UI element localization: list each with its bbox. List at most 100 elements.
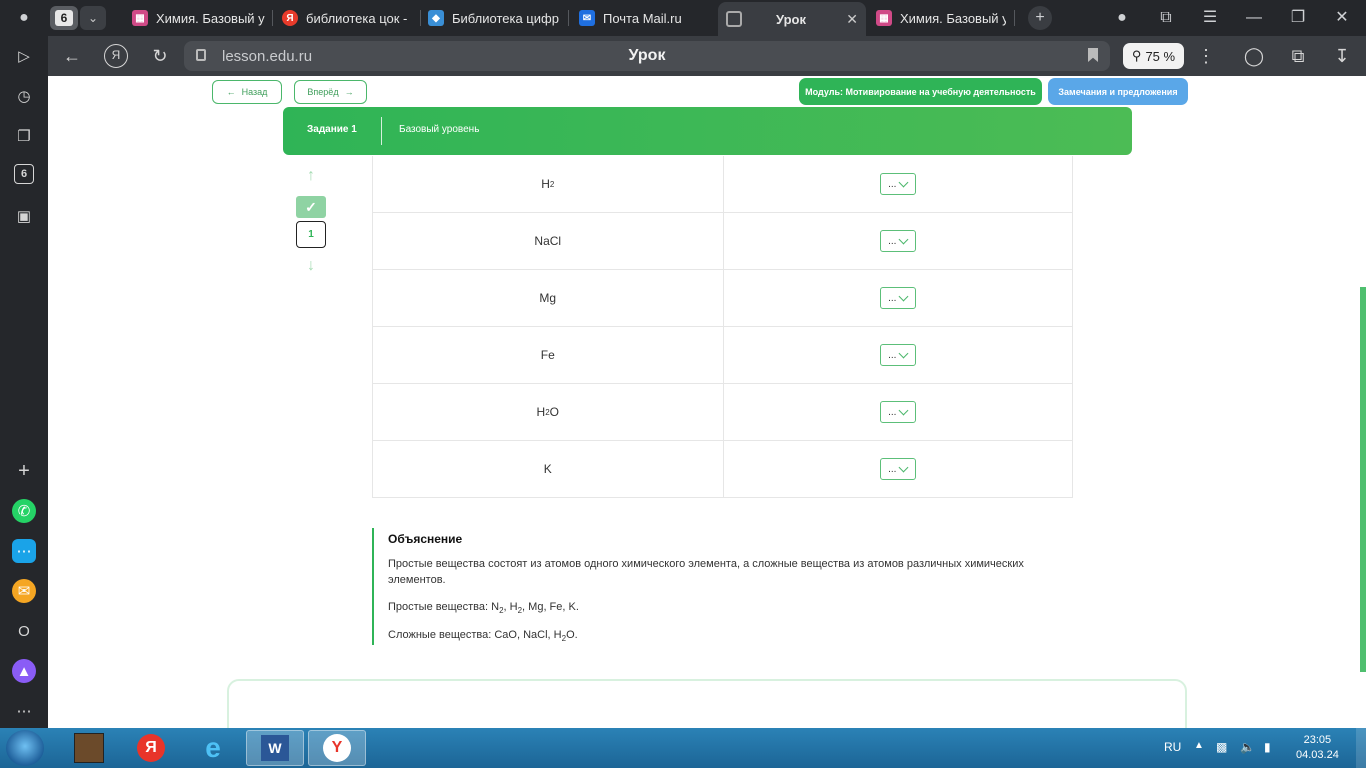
table-row: K ... <box>372 441 1073 498</box>
simple-substances: Простые вещества: N2, H2, Mg, Fe, K. <box>388 601 579 616</box>
task-banner: Задание 1 Базовый уровень <box>283 107 1132 155</box>
table-row: H2O ... <box>372 384 1073 441</box>
show-desktop-button[interactable] <box>1356 728 1366 768</box>
tray-arrow-icon[interactable]: ▲ <box>1194 740 1204 751</box>
page-content: ← Назад Вперёд → Модуль: Мотивирование н… <box>48 76 1366 728</box>
chevron-down-icon <box>898 462 909 472</box>
whatsapp-icon[interactable]: ✆ <box>12 499 36 523</box>
tab-divider <box>568 10 569 26</box>
search-icon: ⚲ <box>1131 48 1142 63</box>
task-number-button[interactable]: 1 <box>296 221 326 248</box>
history-icon[interactable]: ◷ <box>12 84 36 108</box>
back-label: Назад <box>241 87 268 97</box>
screenshot-icon[interactable]: ▣ <box>12 204 36 228</box>
tabs-icon[interactable]: ❐ <box>12 124 36 148</box>
lesson-favicon-icon <box>726 11 742 27</box>
remarks-button[interactable]: Замечания и предложения <box>1048 78 1188 105</box>
clock[interactable]: 23:05 04.03.24 <box>1296 733 1339 763</box>
chevron-down-icon <box>898 177 909 187</box>
banner-divider <box>381 117 382 145</box>
forward-button[interactable]: Вперёд → <box>294 80 367 104</box>
chevron-down-icon <box>898 234 909 244</box>
tab-list-chevron-icon[interactable]: ⌄ <box>80 6 106 30</box>
reload-icon[interactable]: ↻ <box>148 44 172 68</box>
new-tab-plus-icon[interactable]: + <box>1028 6 1052 30</box>
o-app-icon[interactable]: O <box>12 619 36 643</box>
answer-select[interactable]: ... <box>879 287 916 309</box>
game-app-icon[interactable] <box>60 730 118 766</box>
substances-table: H2 ... NaCl ... Mg ... Fe ... H2O ... K … <box>372 156 1073 498</box>
collections-icon[interactable]: ⧉ <box>1154 6 1178 30</box>
internet-explorer-icon[interactable]: e <box>184 730 242 766</box>
shield-icon[interactable]: ◯ <box>1242 44 1266 68</box>
formula-cell: H2 <box>541 177 555 191</box>
answer-cell: ... <box>722 213 1073 269</box>
library-favicon-icon: ◆ <box>428 10 444 26</box>
tab-count-button[interactable]: 6 <box>50 6 78 30</box>
answer-select[interactable]: ... <box>879 344 916 366</box>
battery-icon[interactable]: ▮ <box>1264 740 1271 754</box>
answer-select[interactable]: ... <box>879 401 916 423</box>
module-button[interactable]: Модуль: Мотивирование на учебную деятель… <box>799 78 1042 105</box>
answer-select[interactable]: ... <box>879 230 916 252</box>
scrollbar[interactable] <box>1360 287 1366 672</box>
tab-2[interactable]: ◆ Библиотека цифр <box>428 4 560 32</box>
account-icon[interactable]: ● <box>1110 6 1134 30</box>
close-tab-icon[interactable]: ✕ <box>846 11 858 28</box>
answer-cell: ... <box>722 270 1073 326</box>
restore-icon[interactable]: ❐ <box>1286 6 1310 30</box>
tab-0[interactable]: ▦ Химия. Базовый у <box>132 4 270 32</box>
arrow-down-icon[interactable]: ↓ <box>301 257 321 277</box>
formula-cell: H2O <box>536 405 559 419</box>
formula-cell: NaCl <box>534 234 562 248</box>
menu-icon[interactable]: ☰ <box>1198 6 1222 30</box>
chevron-down-icon <box>898 405 909 415</box>
back-arrow-icon[interactable]: ← <box>60 44 84 68</box>
table-row: Mg ... <box>372 270 1073 327</box>
tab-label: библиотека цок - <box>306 10 408 26</box>
answer-select[interactable]: ... <box>879 173 916 195</box>
word-app-icon[interactable]: W <box>246 730 304 766</box>
volume-icon[interactable]: 🔈 <box>1240 740 1255 754</box>
download-icon[interactable]: ↧ <box>1330 44 1354 68</box>
table-row: Fe ... <box>372 327 1073 384</box>
more-icon[interactable]: ⋯ <box>12 699 36 723</box>
tab-label: Химия. Базовый у <box>156 10 265 26</box>
messenger-icon[interactable]: ⋯ <box>12 539 36 563</box>
arrow-up-icon[interactable]: ↑ <box>301 167 321 187</box>
mail-favicon-icon: ✉ <box>579 10 595 26</box>
tab-3[interactable]: ✉ Почта Mail.ru <box>579 4 709 32</box>
close-window-icon[interactable]: ✕ <box>1330 6 1354 30</box>
signal-icon[interactable]: ▩ <box>1216 740 1227 754</box>
url-field[interactable]: lesson.edu.ru Урок <box>184 41 1110 71</box>
tab-4-active[interactable]: Урок ✕ <box>718 2 866 36</box>
tab-label: Химия. Базовый у <box>900 10 1006 26</box>
play-icon[interactable]: ▷ <box>12 44 36 68</box>
alice-icon[interactable]: ▲ <box>12 659 36 683</box>
yandex-app-icon[interactable]: Я <box>122 730 180 766</box>
table-row: H2 ... <box>372 156 1073 213</box>
yandex-icon[interactable]: Я <box>104 44 128 68</box>
minimize-icon[interactable]: — <box>1242 6 1266 30</box>
formula-cell: Fe <box>540 348 555 362</box>
lesson-favicon-icon: ▦ <box>876 10 892 26</box>
tab-1[interactable]: Я библиотека цок - <box>282 4 420 32</box>
kebab-menu-icon[interactable]: ⋮ <box>1194 44 1218 68</box>
start-button[interactable] <box>6 730 44 766</box>
zoom-button[interactable]: ⚲ 75 % <box>1123 43 1184 69</box>
profile-icon[interactable]: ● <box>12 6 36 30</box>
language-indicator[interactable]: RU <box>1164 740 1181 754</box>
answer-select[interactable]: ... <box>879 458 916 480</box>
answer-cell: ... <box>722 327 1073 383</box>
extensions-icon[interactable]: ⧉ <box>1286 44 1310 68</box>
add-plus-icon[interactable]: + <box>12 459 36 483</box>
tab-count-icon[interactable]: 6 <box>14 164 34 184</box>
arrow-left-icon: ← <box>226 87 236 97</box>
check-icon: ✓ <box>296 196 326 218</box>
mail-app-icon[interactable]: ✉ <box>12 579 36 603</box>
tab-5[interactable]: ▦ Химия. Базовый у <box>876 4 1006 32</box>
back-button[interactable]: ← Назад <box>212 80 282 104</box>
date: 04.03.24 <box>1296 749 1339 761</box>
yandex-browser-icon[interactable]: Y <box>308 730 366 766</box>
explanation-block: Объяснение Простые вещества состоят из а… <box>372 528 1072 645</box>
